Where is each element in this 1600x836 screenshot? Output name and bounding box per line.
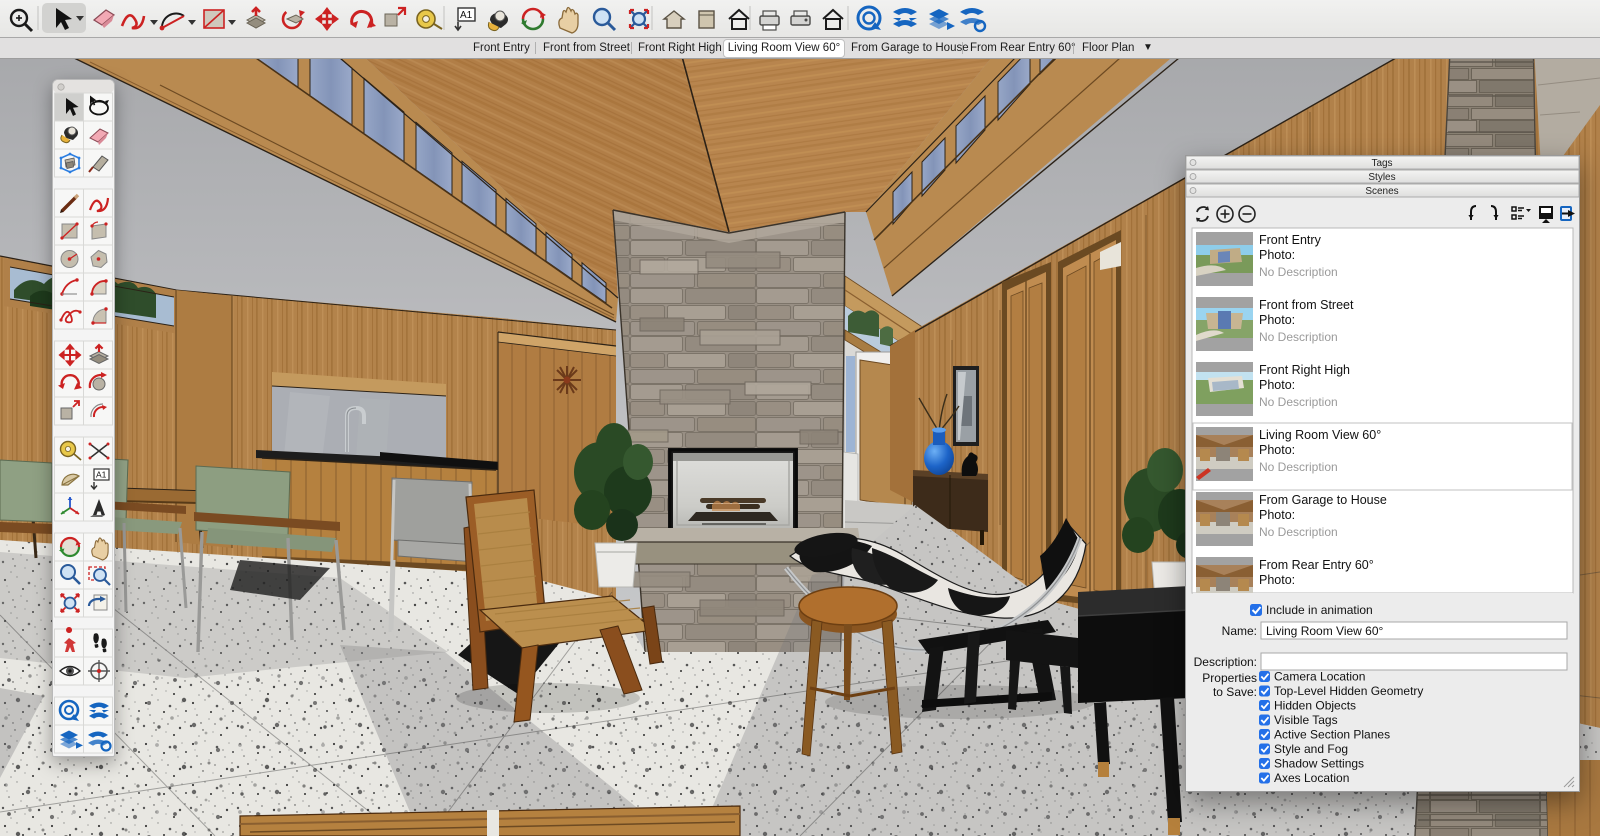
svg-text:Active Section Planes: Active Section Planes [1274,728,1390,742]
svg-text:Description:: Description: [1194,655,1257,669]
svg-text:Photo:: Photo: [1259,443,1295,457]
svg-text:Name:: Name: [1222,624,1257,638]
svg-text:Photo:: Photo: [1259,313,1295,327]
svg-text:A1: A1 [460,10,473,21]
svg-text:Living Room View 60°: Living Room View 60° [1259,428,1381,442]
svg-text:No Description: No Description [1259,525,1338,539]
svg-text:Living Room View 60°: Living Room View 60° [1266,624,1384,638]
svg-text:No Description: No Description [1259,330,1338,344]
svg-text:Tags: Tags [1371,158,1392,169]
svg-text:Shadow Settings: Shadow Settings [1274,757,1364,771]
svg-text:Top-Level Hidden Geometry: Top-Level Hidden Geometry [1274,684,1423,698]
svg-text:Front Right High: Front Right High [1259,363,1350,377]
svg-text:Photo:: Photo: [1259,573,1295,587]
svg-text:to Save:: to Save: [1213,685,1257,699]
svg-text:No Description: No Description [1259,395,1338,409]
svg-text:Axes Location: Axes Location [1274,771,1349,785]
svg-text:From Garage to House: From Garage to House [1259,493,1387,507]
svg-text:Hidden Objects: Hidden Objects [1274,699,1356,713]
svg-text:Front from Street: Front from Street [1259,298,1354,312]
svg-text:Visible Tags: Visible Tags [1274,713,1338,727]
svg-text:Styles: Styles [1368,172,1395,183]
svg-text:Style and Fog: Style and Fog [1274,742,1348,756]
svg-text:No Description: No Description [1259,460,1338,474]
svg-text:Photo:: Photo: [1259,378,1295,392]
svg-text:Photo:: Photo: [1259,508,1295,522]
svg-text:Photo:: Photo: [1259,248,1295,262]
svg-text:Include in animation: Include in animation [1266,603,1373,617]
svg-text:Front Entry: Front Entry [1259,233,1322,247]
svg-text:A1: A1 [96,470,107,480]
svg-text:Properties: Properties [1202,671,1257,685]
svg-text:Scenes: Scenes [1365,186,1398,197]
svg-text:No Description: No Description [1259,265,1338,279]
svg-text:Camera Location: Camera Location [1274,670,1365,684]
svg-text:From Rear Entry 60°: From Rear Entry 60° [1259,558,1374,572]
